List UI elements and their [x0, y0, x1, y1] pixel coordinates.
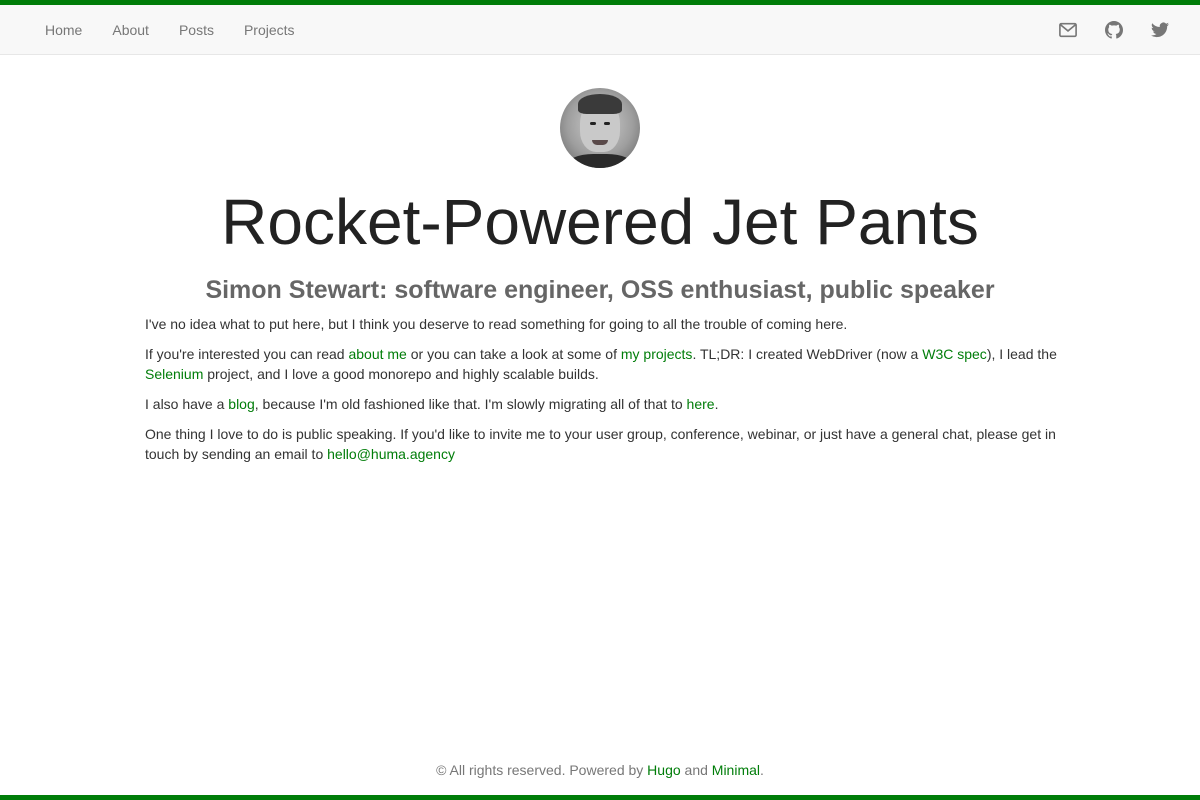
- here-link[interactable]: here: [687, 396, 715, 412]
- speaking-paragraph: One thing I love to do is public speakin…: [145, 424, 1060, 464]
- text-segment: I also have a: [145, 396, 229, 412]
- nav-link-posts[interactable]: Posts: [164, 5, 229, 55]
- text-segment: or you can take a look at some of: [406, 346, 621, 362]
- my-projects-link[interactable]: my projects: [621, 346, 693, 362]
- blog-link[interactable]: blog: [228, 396, 254, 412]
- text-segment: One thing I love to do is public speakin…: [145, 426, 1056, 462]
- text-segment: .: [714, 396, 719, 412]
- text-segment: . TL;DR: I created WebDriver (now a: [692, 346, 923, 362]
- selenium-link[interactable]: Selenium: [145, 366, 203, 382]
- nav-link-projects[interactable]: Projects: [229, 5, 310, 55]
- text-segment: ), I lead the: [986, 346, 1057, 362]
- text-segment: .: [760, 762, 764, 778]
- social-icons: [1045, 5, 1183, 55]
- avatar-mouth: [592, 140, 608, 145]
- avatar: [560, 88, 640, 168]
- w3c-spec-link[interactable]: W3C spec: [922, 346, 987, 362]
- main-content: I've no idea what to put here, but I thi…: [145, 314, 1060, 474]
- text-segment: and: [680, 762, 712, 778]
- email-link[interactable]: hello@huma.agency: [327, 446, 455, 462]
- about-me-link[interactable]: about me: [348, 346, 406, 362]
- site-title: Rocket-Powered Jet Pants: [221, 186, 979, 258]
- avatar-hair: [578, 94, 622, 114]
- text-segment: , because I'm old fashioned like that. I…: [254, 396, 687, 412]
- nav-link-home[interactable]: Home: [30, 5, 97, 55]
- text-segment: If you're interested you can read: [145, 346, 349, 362]
- blog-paragraph: I also have a blog, because I'm old fash…: [145, 394, 1060, 414]
- copyright-text: © All rights reserved. Powered by: [436, 762, 648, 778]
- bottom-accent-bar: [0, 795, 1200, 800]
- github-icon[interactable]: [1091, 5, 1137, 55]
- intro-paragraph: I've no idea what to put here, but I thi…: [145, 316, 848, 332]
- about-paragraph: If you're interested you can read about …: [145, 344, 1060, 384]
- avatar-shirt: [566, 154, 634, 168]
- text-segment: project, and I love a good monorepo and …: [203, 366, 599, 382]
- site-subtitle: Simon Stewart: software engineer, OSS en…: [205, 276, 995, 304]
- hugo-link[interactable]: Hugo: [647, 762, 680, 778]
- twitter-icon[interactable]: [1137, 5, 1183, 55]
- footer: © All rights reserved. Powered by Hugo a…: [0, 760, 1200, 780]
- navbar: Home About Posts Projects: [0, 5, 1200, 55]
- nav-links: Home About Posts Projects: [30, 5, 310, 55]
- envelope-icon[interactable]: [1045, 5, 1091, 55]
- avatar-eye-left: [590, 122, 596, 125]
- nav-link-about[interactable]: About: [97, 5, 164, 55]
- minimal-link[interactable]: Minimal: [712, 762, 760, 778]
- avatar-eye-right: [604, 122, 610, 125]
